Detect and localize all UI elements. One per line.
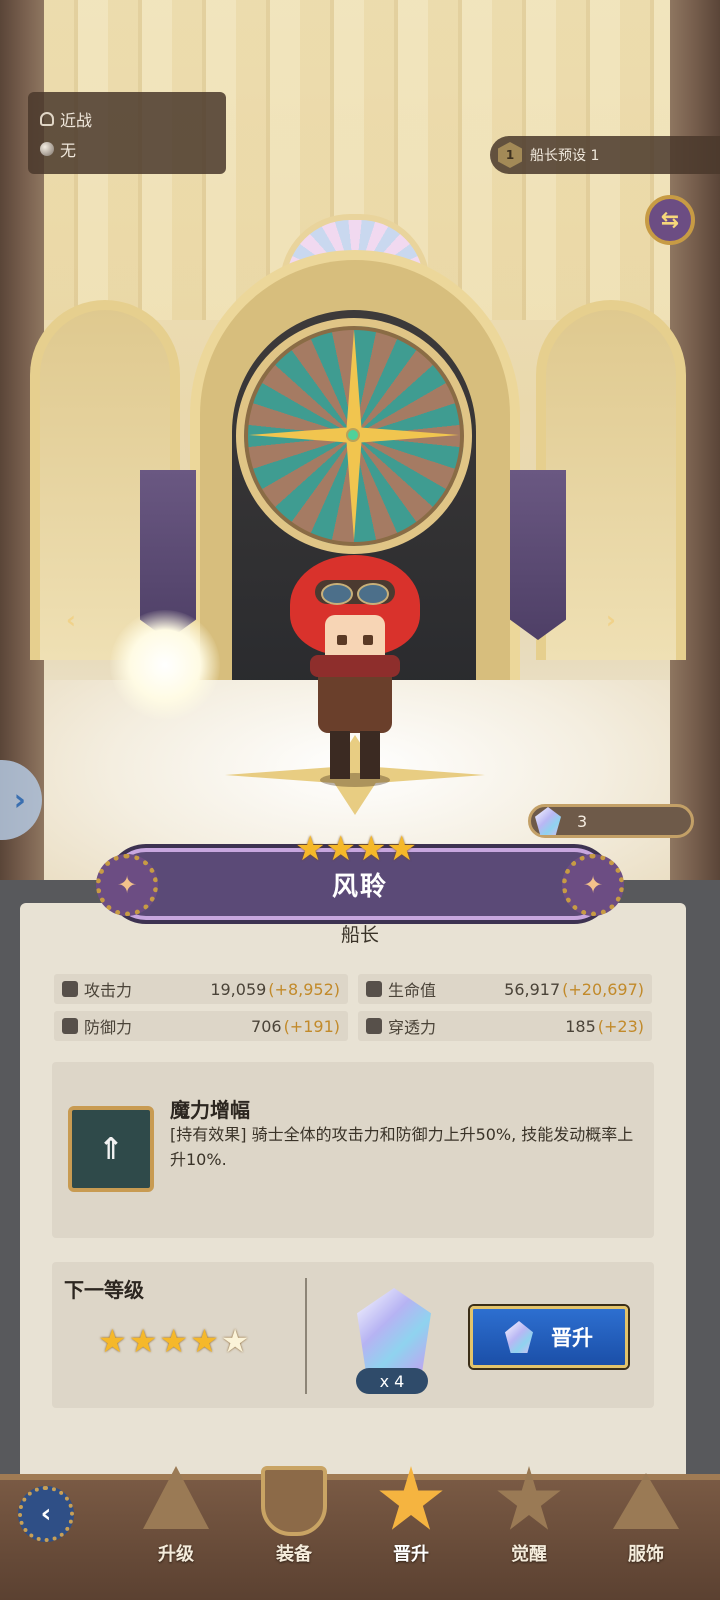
- stat-defense: 防御力 706 (+191): [54, 1011, 348, 1041]
- compass-gear-icon: ✦: [96, 854, 158, 916]
- awaken-icon: [497, 1466, 561, 1530]
- stat-bonus: (+191): [283, 1016, 340, 1036]
- nav-item-awaken[interactable]: 觉醒: [481, 1440, 577, 1590]
- nav-item-ascend[interactable]: 晋升: [363, 1440, 459, 1590]
- shard-counter: 3: [528, 804, 694, 838]
- stat-value: 706: [251, 1016, 282, 1036]
- nav-label: 升级: [158, 1544, 194, 1565]
- stat-label: 防御力: [84, 1018, 133, 1037]
- stat-label: 穿透力: [388, 1018, 437, 1037]
- nav-item-outfit[interactable]: 服饰: [598, 1440, 694, 1590]
- next-star-rating: ★ ★ ★ ★ ★: [98, 1325, 249, 1357]
- hero-attribute-card: 近战 无: [28, 92, 226, 174]
- star-empty-icon: ★: [220, 1322, 250, 1360]
- compass-gem: [346, 428, 360, 442]
- sword-icon: [62, 981, 78, 997]
- star-icon: ★: [128, 1322, 158, 1360]
- heart-icon: [366, 981, 382, 997]
- stat-value: 56,917: [504, 979, 561, 999]
- hero-sprite[interactable]: [280, 545, 430, 787]
- stat-attack: 攻击力 19,059 (+8,952): [54, 974, 348, 1004]
- chevron-right-icon: ›: [13, 782, 26, 818]
- hero-name: 风聆: [331, 871, 388, 902]
- next-hero-arrow-icon[interactable]: ›: [606, 606, 616, 634]
- chevron-left-icon: ‹: [40, 1499, 52, 1529]
- hero-goggles: [315, 580, 395, 605]
- skill-description: [持有效果] 骑士全体的攻击力和防御力上升50%, 技能发动概率上升10%.: [170, 1125, 634, 1169]
- element-row: 无: [40, 134, 214, 164]
- star-icon: ★: [325, 829, 356, 869]
- preset-label: 船长预设 1: [530, 148, 600, 164]
- back-button[interactable]: ‹: [18, 1486, 74, 1542]
- hero-role: 船长: [340, 924, 379, 946]
- element-orb-icon: [40, 142, 54, 156]
- crystal-icon: [535, 807, 561, 835]
- nav-label: 晋升: [393, 1544, 429, 1565]
- stat-label: 攻击力: [84, 981, 133, 1000]
- stat-value: 185: [565, 1016, 596, 1036]
- stat-label: 生命值: [388, 981, 437, 1000]
- level-up-icon: [143, 1466, 209, 1529]
- preset-selector[interactable]: 1 船长预设 1: [490, 136, 720, 174]
- stat-value: 19,059: [210, 979, 267, 999]
- stat-bonus: (+23): [597, 1016, 644, 1036]
- star-icon: ★: [386, 829, 417, 869]
- crystal-icon: [505, 1321, 533, 1353]
- hanger-icon: [613, 1473, 679, 1529]
- nav-label: 觉醒: [511, 1544, 547, 1565]
- stat-hp: 生命值 56,917 (+20,697): [358, 974, 652, 1004]
- banner-right: [510, 470, 566, 640]
- preset-number-badge: 1: [498, 142, 522, 168]
- next-level-title: 下一等级: [64, 1278, 144, 1302]
- power-boost-icon[interactable]: ⇑: [68, 1106, 154, 1192]
- light-orb: [110, 610, 220, 720]
- prev-hero-arrow-icon[interactable]: ‹: [66, 606, 76, 634]
- nav-label: 装备: [276, 1544, 312, 1565]
- section-divider: [305, 1278, 307, 1394]
- nav-label: 服饰: [628, 1544, 664, 1565]
- star-icon: ★: [98, 1322, 127, 1360]
- penetration-icon: [366, 1018, 382, 1034]
- shield-icon: [62, 1018, 78, 1034]
- crystal-cost: x 4: [356, 1368, 428, 1394]
- attack-type-label: 近战: [60, 111, 93, 130]
- shield-icon: [261, 1466, 327, 1536]
- star-icon: ★: [159, 1322, 189, 1360]
- hero-legs: [330, 731, 380, 779]
- stat-penetration: 穿透力 185 (+23): [358, 1011, 652, 1041]
- star-icon: ★: [295, 829, 326, 869]
- nav-item-equipment[interactable]: 装备: [246, 1440, 342, 1590]
- star-icon: ★: [190, 1322, 219, 1360]
- compass-gear-icon: ✦: [562, 854, 624, 916]
- hero-star-rating: ★ ★ ★ ★: [295, 832, 417, 866]
- stat-bonus: (+8,952): [268, 979, 340, 999]
- star-icon: [379, 1466, 443, 1530]
- skill-title: 魔力增幅: [170, 1098, 250, 1122]
- swap-arrows-icon: ⇆: [660, 207, 680, 233]
- attack-type-row: 近战: [40, 104, 214, 134]
- shard-count: 3: [577, 811, 588, 831]
- ascend-button-label: 晋升: [551, 1326, 593, 1350]
- hero-scarf: [310, 655, 400, 677]
- swap-button[interactable]: ⇆: [645, 195, 695, 245]
- melee-icon: [40, 112, 54, 126]
- element-label: 无: [60, 141, 77, 160]
- ascend-button[interactable]: 晋升: [470, 1306, 628, 1368]
- stat-bonus: (+20,697): [562, 979, 644, 999]
- nav-item-level-up[interactable]: 升级: [128, 1440, 224, 1590]
- star-icon: ★: [355, 829, 387, 869]
